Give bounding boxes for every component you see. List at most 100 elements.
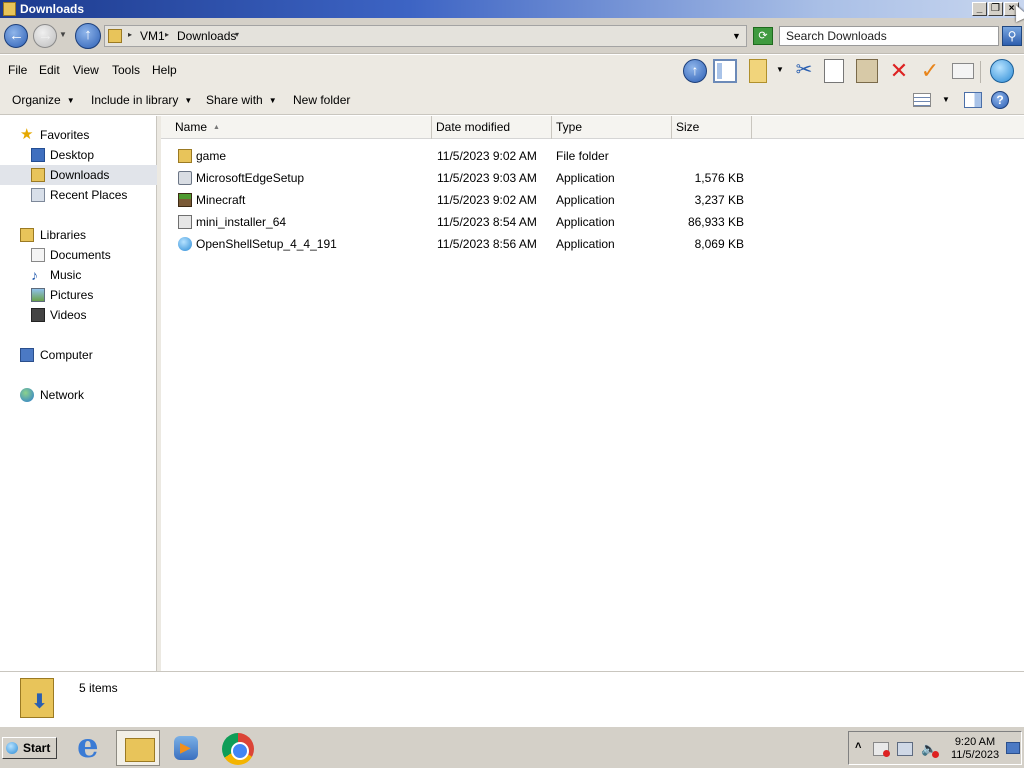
column-type-label: Type (556, 120, 583, 134)
nav-computer[interactable]: Computer (0, 345, 157, 365)
column-name[interactable]: Name ▲ (161, 116, 432, 139)
preview-pane-button[interactable] (964, 92, 982, 108)
menu-bar: File Edit View Tools Help ↑ ▼ ✂ ✕ ✓ (0, 55, 1024, 85)
nav-downloads[interactable]: Downloads (0, 165, 157, 185)
minimize-button[interactable]: _ (972, 2, 987, 16)
paste-button[interactable] (856, 59, 878, 83)
new-folder-button[interactable]: New folder (293, 93, 350, 107)
organize-button[interactable]: Organize ▼ (12, 93, 75, 107)
email-button[interactable] (952, 63, 974, 79)
nav-pictures[interactable]: Pictures (0, 285, 157, 305)
nav-documents[interactable]: Documents (0, 245, 157, 265)
volume-icon[interactable]: 🔈 (921, 742, 939, 758)
nav-pictures-label: Pictures (50, 288, 94, 302)
column-size[interactable]: Size (672, 116, 752, 139)
start-button[interactable]: Start (2, 737, 57, 759)
check-button[interactable]: ✓ (918, 59, 942, 83)
forward-button[interactable]: → (33, 24, 57, 48)
file-row-microsoftedgesetup[interactable]: MicrosoftEdgeSetup 11/5/2023 9:03 AM App… (161, 167, 1024, 189)
computer-icon (20, 348, 34, 362)
view-dropdown[interactable]: ▼ (942, 95, 950, 104)
file-name: mini_installer_64 (196, 215, 287, 229)
setup-icon (178, 215, 192, 229)
clock-time: 9:20 AM (954, 736, 996, 748)
nav-desktop[interactable]: Desktop (0, 145, 157, 165)
nav-downloads-label: Downloads (50, 168, 110, 182)
delete-button[interactable]: ✕ (887, 59, 911, 83)
network-status-icon[interactable] (897, 742, 913, 756)
search-input[interactable]: Search Downloads (779, 26, 999, 46)
file-row-openshellsetup[interactable]: OpenShellSetup_4_4_191 11/5/2023 8:56 AM… (161, 233, 1024, 255)
nav-recent-places[interactable]: Recent Places (0, 185, 157, 205)
chevron-down-icon[interactable]: ▾ (235, 30, 239, 39)
menu-help[interactable]: Help (152, 63, 177, 77)
chevron-right-icon[interactable]: ▸ (128, 30, 132, 39)
file-row-mini-installer-64[interactable]: mini_installer_64 11/5/2023 8:54 AM Appl… (161, 211, 1024, 233)
music-note-icon: ♪ (31, 267, 38, 283)
up-folder-button[interactable]: ↑ (683, 59, 707, 83)
column-size-label: Size (676, 120, 700, 134)
column-date-modified[interactable]: Date modified (432, 116, 552, 139)
nav-videos[interactable]: Videos (0, 305, 157, 325)
menu-file[interactable]: File (8, 63, 27, 77)
address-toolbar: ← → ▼ ↑ ▸ VM1 ▸ Downloads ▾ ▼ ⟳ Search D… (0, 18, 1024, 54)
nav-music[interactable]: ♪ Music (0, 265, 157, 285)
include-in-library-label: Include in library (91, 93, 179, 107)
refresh-button[interactable]: ⟳ (753, 27, 773, 45)
nav-videos-label: Videos (50, 308, 87, 322)
show-desktop-button[interactable] (1006, 742, 1020, 754)
breadcrumb-vm1[interactable]: VM1 (140, 29, 165, 43)
organize-label: Organize (12, 93, 61, 107)
file-row-minecraft[interactable]: Minecraft 11/5/2023 9:02 AM Application … (161, 189, 1024, 211)
network-icon (20, 388, 34, 402)
film-icon (31, 308, 45, 322)
file-size: 3,237 KB (694, 193, 744, 207)
clock-date: 11/5/2023 (950, 749, 1000, 761)
restore-button[interactable]: ❐ (988, 2, 1003, 16)
folder-icon (178, 149, 192, 163)
file-row-game[interactable]: game 11/5/2023 9:02 AM File folder (161, 145, 1024, 167)
clock[interactable]: 9:20 AM 11/5/2023 (945, 736, 1005, 762)
nav-favorites[interactable]: ★ Favorites (0, 125, 157, 145)
nav-network[interactable]: Network (0, 385, 157, 405)
file-name: game (196, 149, 227, 163)
column-type[interactable]: Type (552, 116, 672, 139)
breadcrumb-downloads[interactable]: Downloads (177, 29, 236, 43)
file-size: 86,933 KB (687, 215, 744, 229)
back-button[interactable]: ← (4, 24, 28, 48)
address-bar[interactable]: ▸ VM1 ▸ Downloads ▾ (104, 25, 747, 47)
open-shell-button[interactable] (990, 59, 1014, 83)
file-date: 11/5/2023 9:02 AM (437, 149, 537, 163)
copy-button[interactable] (824, 59, 844, 83)
show-hidden-icons-button[interactable]: ˄ (855, 740, 861, 752)
cut-button[interactable]: ✂ (792, 59, 816, 83)
search-button[interactable]: ⚲ (1002, 26, 1022, 46)
navigation-pane-button[interactable] (713, 59, 737, 83)
menu-edit[interactable]: Edit (39, 63, 60, 77)
help-button[interactable]: ? (991, 91, 1009, 109)
menu-tools[interactable]: Tools (112, 63, 140, 77)
chrome-icon[interactable] (216, 730, 260, 766)
file-name: MicrosoftEdgeSetup (196, 171, 305, 185)
menu-view[interactable]: View (73, 63, 99, 77)
file-explorer-icon[interactable] (116, 730, 160, 766)
toolbar-separator (980, 61, 981, 83)
file-list: Name ▲ Date modified Type Size game 11/5/… (161, 116, 1024, 671)
address-history-dropdown[interactable]: ▼ (732, 31, 741, 41)
change-view-button[interactable] (913, 93, 931, 107)
file-type: File folder (556, 149, 609, 163)
recent-pages-dropdown[interactable]: ▼ (59, 30, 67, 39)
include-in-library-button[interactable]: Include in library ▼ (91, 93, 192, 107)
column-name-label: Name (175, 120, 208, 134)
up-button[interactable]: ↑ (75, 23, 101, 49)
details-pane: 5 items (0, 671, 1024, 725)
downloads-folder-icon (108, 29, 122, 43)
media-player-icon[interactable] (166, 730, 210, 766)
nav-libraries[interactable]: Libraries (0, 225, 157, 245)
properties-button[interactable] (749, 59, 767, 83)
file-date: 11/5/2023 8:56 AM (437, 237, 537, 251)
share-with-button[interactable]: Share with ▼ (206, 93, 277, 107)
internet-explorer-icon[interactable] (70, 726, 114, 766)
action-center-icon[interactable] (873, 742, 890, 757)
chevron-right-icon[interactable]: ▸ (165, 30, 169, 39)
